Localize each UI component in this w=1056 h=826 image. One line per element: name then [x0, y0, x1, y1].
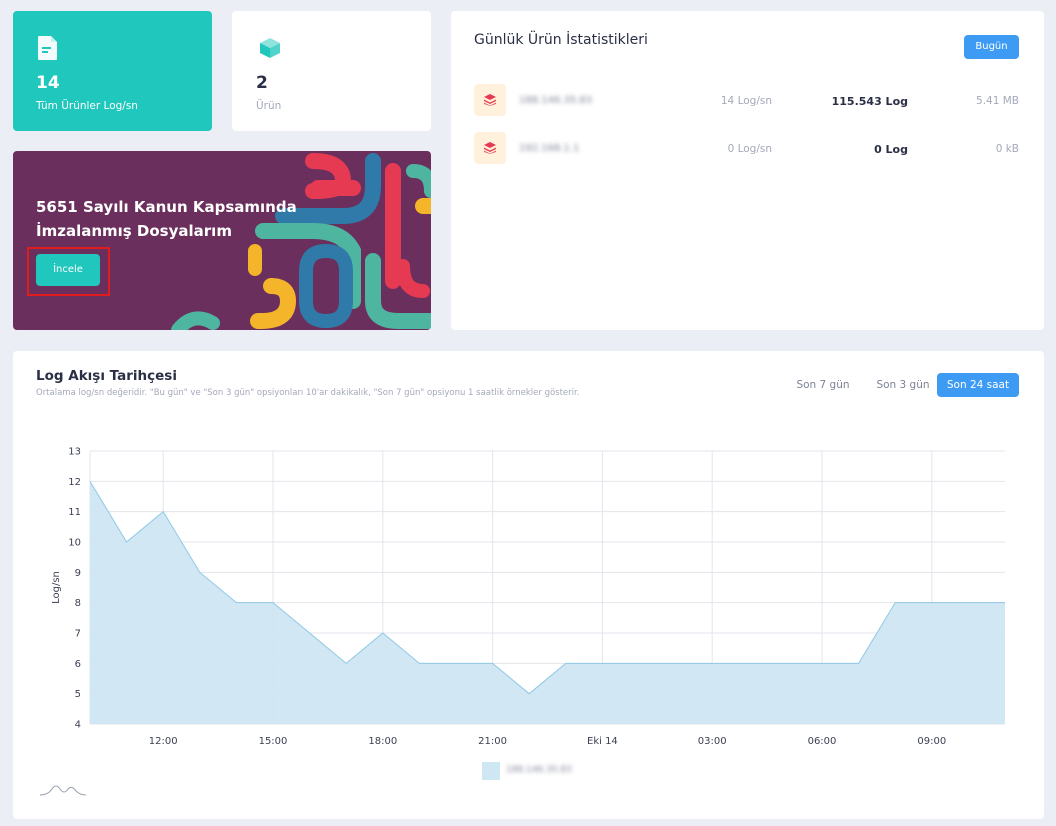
inspect-button[interactable]: İncele	[36, 254, 100, 286]
x-tick-label: 06:00	[808, 736, 837, 747]
y-tick-label: 7	[75, 629, 81, 640]
stat-label: Ürün	[256, 100, 282, 112]
stat-value: 2	[256, 73, 268, 93]
y-tick-label: 8	[75, 598, 81, 609]
product-ip: 192.168.1.1	[519, 143, 580, 154]
y-tick-label: 5	[75, 689, 81, 700]
banner-title: 5651 Sayılı Kanun Kapsamında İmzalanmış …	[36, 198, 297, 240]
product-row[interactable]: 188.146.35.83 14 Log/sn 115.543 Log 5.41…	[474, 84, 1019, 118]
y-tick-label: 9	[75, 568, 81, 579]
daily-stats-title: Günlük Ürün İstatistikleri	[474, 32, 648, 48]
layers-icon	[474, 84, 506, 116]
range-3-days[interactable]: Son 3 gün	[866, 373, 940, 397]
document-icon	[38, 36, 57, 60]
log-history-chart: 4 5 6 7 8 9 10 11 12 13 12:00 15:00 18:00 21:00 Eki 14…	[51, 447, 1005, 747]
stat-value: 14	[36, 73, 60, 93]
y-tick-label: 4	[75, 720, 81, 731]
y-tick-label: 6	[75, 659, 81, 670]
product-log-count: 115.543 Log	[831, 95, 908, 108]
product-rate: 14 Log/sn	[720, 95, 772, 107]
product-ip: 188.146.35.83	[519, 95, 593, 106]
x-tick-label: Eki 14	[587, 736, 618, 747]
x-tick-label: 21:00	[478, 736, 507, 747]
legend-series-name: 188.146.35.83	[506, 765, 572, 775]
chart-logo-icon	[40, 785, 86, 796]
stat-card-total-log: 14 Tüm Ürünler Log/sn	[13, 11, 212, 131]
range-24-hours[interactable]: Son 24 saat	[937, 373, 1019, 397]
layers-icon	[474, 132, 506, 164]
x-tick-label: 18:00	[368, 736, 397, 747]
stat-label: Tüm Ürünler Log/sn	[36, 100, 138, 112]
legend-swatch	[482, 762, 500, 780]
signed-files-banner: 5651 Sayılı Kanun Kapsamında İmzalanmış …	[13, 151, 431, 330]
y-tick-label: 11	[68, 507, 81, 518]
product-row[interactable]: 192.168.1.1 0 Log/sn 0 Log 0 kB	[474, 132, 1019, 166]
x-tick-label: 12:00	[149, 736, 178, 747]
y-tick-label: 12	[68, 477, 81, 488]
x-tick-label: 09:00	[917, 736, 946, 747]
y-tick-label: 13	[68, 447, 81, 458]
product-size: 5.41 MB	[976, 95, 1019, 107]
product-log-count: 0 Log	[874, 143, 908, 156]
product-rate: 0 Log/sn	[727, 143, 772, 155]
y-axis-label: Log/sn	[51, 571, 62, 604]
x-tick-label: 15:00	[259, 736, 288, 747]
today-button[interactable]: Bugün	[964, 35, 1019, 59]
history-subtitle: Ortalama log/sn değeridir. "Bu gün" ve "…	[36, 388, 580, 398]
y-tick-label: 10	[68, 538, 81, 549]
stat-card-products: 2 Ürün	[232, 11, 431, 131]
daily-product-stats: Günlük Ürün İstatistikleri Bugün 188.146…	[451, 11, 1044, 330]
cube-icon	[260, 38, 280, 58]
x-tick-label: 03:00	[698, 736, 727, 747]
log-history-card: 4 5 6 7 8 9 10 11 12 13 12:00 15:00 18:00 21:00 Eki 14…	[13, 351, 1044, 819]
range-7-days[interactable]: Son 7 gün	[788, 373, 858, 397]
history-title: Log Akışı Tarihçesi	[36, 368, 177, 384]
product-size: 0 kB	[995, 143, 1019, 155]
